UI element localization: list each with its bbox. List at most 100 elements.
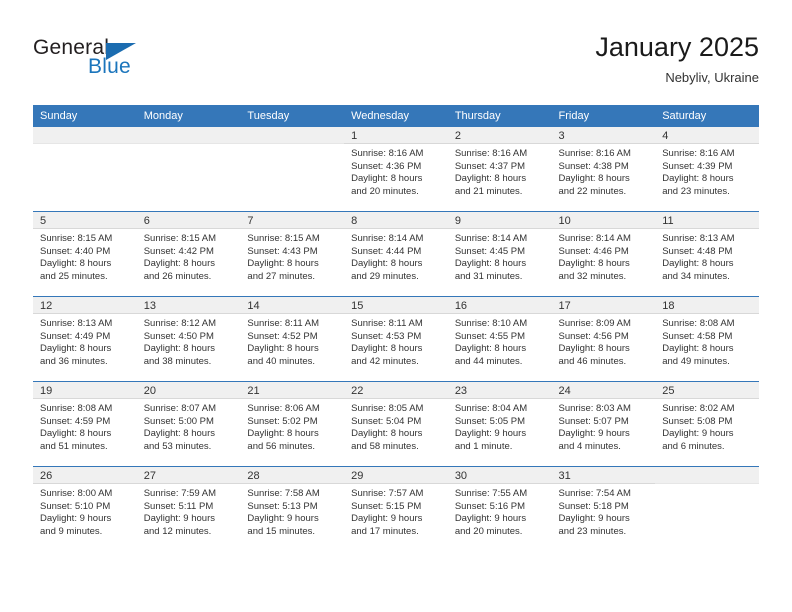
day-cell[interactable] [136,127,241,212]
sunrise-text: Sunrise: 8:15 AM [40,233,113,244]
day-cell[interactable]: 25 Sunrise: 8:02 AM Sunset: 5:08 PM Dayl… [655,381,759,467]
day-number: 30 [447,467,552,484]
daylight-text-line2: and 31 minutes. [454,270,523,282]
day-number: 28 [240,467,345,484]
day-details: Sunrise: 8:11 AM Sunset: 4:53 PM Dayligh… [344,314,448,368]
daylight-text-line2: and 15 minutes. [247,525,316,537]
sunrise-text: Sunrise: 8:08 AM [662,318,735,329]
day-cell[interactable]: 9 Sunrise: 8:14 AM Sunset: 4:45 PM Dayli… [447,211,552,297]
page-title: January 2025 [595,32,759,62]
sunset-text: Sunset: 4:38 PM [558,160,629,172]
day-cell[interactable]: 6 Sunrise: 8:15 AM Sunset: 4:42 PM Dayli… [136,211,241,297]
daylight-text-line1: Daylight: 8 hours [558,173,630,185]
day-cell[interactable]: 22 Sunrise: 8:05 AM Sunset: 5:04 PM Dayl… [344,381,448,467]
day-cell[interactable]: 13 Sunrise: 8:12 AM Sunset: 4:50 PM Dayl… [136,296,241,382]
daylight-text-line1: Daylight: 8 hours [143,343,215,355]
day-cell[interactable]: 14 Sunrise: 8:11 AM Sunset: 4:52 PM Dayl… [240,296,345,382]
day-cell[interactable] [240,127,345,212]
daylight-text-line2: and 20 minutes. [454,525,523,537]
day-cell[interactable]: 15 Sunrise: 8:11 AM Sunset: 4:53 PM Dayl… [344,296,448,382]
sunrise-text: Sunrise: 8:13 AM [40,318,113,329]
day-cell-inner: 29 Sunrise: 7:57 AM Sunset: 5:15 PM Dayl… [344,467,448,551]
day-cell[interactable]: 12 Sunrise: 8:13 AM Sunset: 4:49 PM Dayl… [33,296,137,382]
sunrise-text: Sunrise: 7:57 AM [351,488,424,499]
sunset-text: Sunset: 4:50 PM [143,330,214,342]
calendar-week-row: 12 Sunrise: 8:13 AM Sunset: 4:49 PM Dayl… [33,296,759,382]
day-cell[interactable]: 29 Sunrise: 7:57 AM Sunset: 5:15 PM Dayl… [344,466,448,551]
day-cell[interactable] [655,466,759,551]
day-details: Sunrise: 8:00 AM Sunset: 5:10 PM Dayligh… [33,484,137,538]
daylight-text-line2: and 58 minutes. [351,440,419,452]
daylight-text-line1: Daylight: 8 hours [247,343,319,355]
day-cell[interactable]: 4 Sunrise: 8:16 AM Sunset: 4:39 PM Dayli… [655,127,759,212]
day-details: Sunrise: 8:08 AM Sunset: 4:59 PM Dayligh… [33,399,137,453]
daylight-text-line1: Daylight: 9 hours [454,513,527,525]
day-details: Sunrise: 8:13 AM Sunset: 4:49 PM Dayligh… [33,314,137,368]
daylight-text-line1: Daylight: 8 hours [351,343,423,355]
day-cell-inner: 17 Sunrise: 8:09 AM Sunset: 4:56 PM Dayl… [551,297,656,381]
daylight-text-line1: Daylight: 8 hours [143,258,215,270]
daylight-text-line1: Daylight: 8 hours [662,343,734,355]
day-number: 5 [33,212,137,229]
title-block: January 2025 Nebyliv, Ukraine [595,30,759,86]
daylight-text-line1: Daylight: 8 hours [454,173,527,185]
day-cell[interactable]: 26 Sunrise: 8:00 AM Sunset: 5:10 PM Dayl… [33,466,137,551]
sunset-text: Sunset: 5:10 PM [40,500,111,512]
day-cell[interactable]: 19 Sunrise: 8:08 AM Sunset: 4:59 PM Dayl… [33,381,137,467]
daylight-text-line2: and 46 minutes. [558,355,627,367]
day-cell[interactable]: 20 Sunrise: 8:07 AM Sunset: 5:00 PM Dayl… [136,381,241,467]
day-details: Sunrise: 8:14 AM Sunset: 4:45 PM Dayligh… [448,229,552,283]
day-cell[interactable]: 27 Sunrise: 7:59 AM Sunset: 5:11 PM Dayl… [136,466,241,551]
day-cell[interactable] [33,127,137,212]
daylight-text-line1: Daylight: 8 hours [351,258,423,270]
day-cell[interactable]: 31 Sunrise: 7:54 AM Sunset: 5:18 PM Dayl… [551,466,656,551]
day-cell[interactable]: 3 Sunrise: 8:16 AM Sunset: 4:38 PM Dayli… [551,127,656,212]
daylight-text-line2: and 44 minutes. [454,355,523,367]
sunrise-text: Sunrise: 8:07 AM [143,403,217,414]
day-cell[interactable]: 21 Sunrise: 8:06 AM Sunset: 5:02 PM Dayl… [240,381,345,467]
day-cell[interactable]: 5 Sunrise: 8:15 AM Sunset: 4:40 PM Dayli… [33,211,137,297]
sunrise-text: Sunrise: 7:54 AM [558,488,631,499]
day-cell[interactable]: 17 Sunrise: 8:09 AM Sunset: 4:56 PM Dayl… [551,296,656,382]
sunrise-text: Sunrise: 8:15 AM [247,233,320,244]
sunset-text: Sunset: 5:13 PM [247,500,318,512]
day-cell-inner: 2 Sunrise: 8:16 AM Sunset: 4:37 PM Dayli… [447,127,552,211]
calendar-week-row: 1 Sunrise: 8:16 AM Sunset: 4:36 PM Dayli… [33,127,759,212]
day-cell[interactable]: 8 Sunrise: 8:14 AM Sunset: 4:44 PM Dayli… [344,211,448,297]
daylight-text-line2: and 9 minutes. [40,525,103,537]
day-number: 21 [240,382,345,399]
day-cell[interactable]: 18 Sunrise: 8:08 AM Sunset: 4:58 PM Dayl… [655,296,759,382]
day-cell-inner: 19 Sunrise: 8:08 AM Sunset: 4:59 PM Dayl… [33,382,137,466]
calendar-week-row: 5 Sunrise: 8:15 AM Sunset: 4:40 PM Dayli… [33,211,759,297]
day-cell[interactable]: 10 Sunrise: 8:14 AM Sunset: 4:46 PM Dayl… [551,211,656,297]
day-cell[interactable]: 11 Sunrise: 8:13 AM Sunset: 4:48 PM Dayl… [655,211,759,297]
day-cell-inner: 15 Sunrise: 8:11 AM Sunset: 4:53 PM Dayl… [344,297,448,381]
day-cell[interactable]: 24 Sunrise: 8:03 AM Sunset: 5:07 PM Dayl… [551,381,656,467]
calendar-week-row: 19 Sunrise: 8:08 AM Sunset: 4:59 PM Dayl… [33,381,759,467]
day-cell[interactable]: 7 Sunrise: 8:15 AM Sunset: 4:43 PM Dayli… [240,211,345,297]
day-cell-inner: 5 Sunrise: 8:15 AM Sunset: 4:40 PM Dayli… [33,212,137,296]
daylight-text-line2: and 38 minutes. [143,355,212,367]
day-details [137,144,241,148]
sunset-text: Sunset: 4:36 PM [351,160,422,172]
day-details: Sunrise: 8:11 AM Sunset: 4:52 PM Dayligh… [240,314,344,368]
day-cell[interactable]: 30 Sunrise: 7:55 AM Sunset: 5:16 PM Dayl… [447,466,552,551]
day-cell[interactable]: 23 Sunrise: 8:04 AM Sunset: 5:05 PM Dayl… [447,381,552,467]
day-cell[interactable]: 1 Sunrise: 8:16 AM Sunset: 4:36 PM Dayli… [344,127,448,212]
daylight-text-line2: and 21 minutes. [454,185,523,197]
brand-logo[interactable]: General Blue [33,36,233,84]
weekday-header-tuesday: Tuesday [240,105,345,127]
sunset-text: Sunset: 4:59 PM [40,415,111,427]
daylight-text-line1: Daylight: 9 hours [558,428,630,440]
sunrise-text: Sunrise: 8:16 AM [454,148,528,159]
day-number: 22 [344,382,448,399]
day-cell[interactable]: 16 Sunrise: 8:10 AM Sunset: 4:55 PM Dayl… [447,296,552,382]
day-details: Sunrise: 8:12 AM Sunset: 4:50 PM Dayligh… [137,314,241,368]
day-cell[interactable]: 28 Sunrise: 7:58 AM Sunset: 5:13 PM Dayl… [240,466,345,551]
day-number: 10 [551,212,656,229]
daylight-text-line2: and 4 minutes. [558,440,621,452]
daylight-text-line2: and 20 minutes. [351,185,419,197]
daylight-text-line1: Daylight: 9 hours [454,428,527,440]
day-cell[interactable]: 2 Sunrise: 8:16 AM Sunset: 4:37 PM Dayli… [447,127,552,212]
daylight-text-line1: Daylight: 9 hours [143,513,215,525]
